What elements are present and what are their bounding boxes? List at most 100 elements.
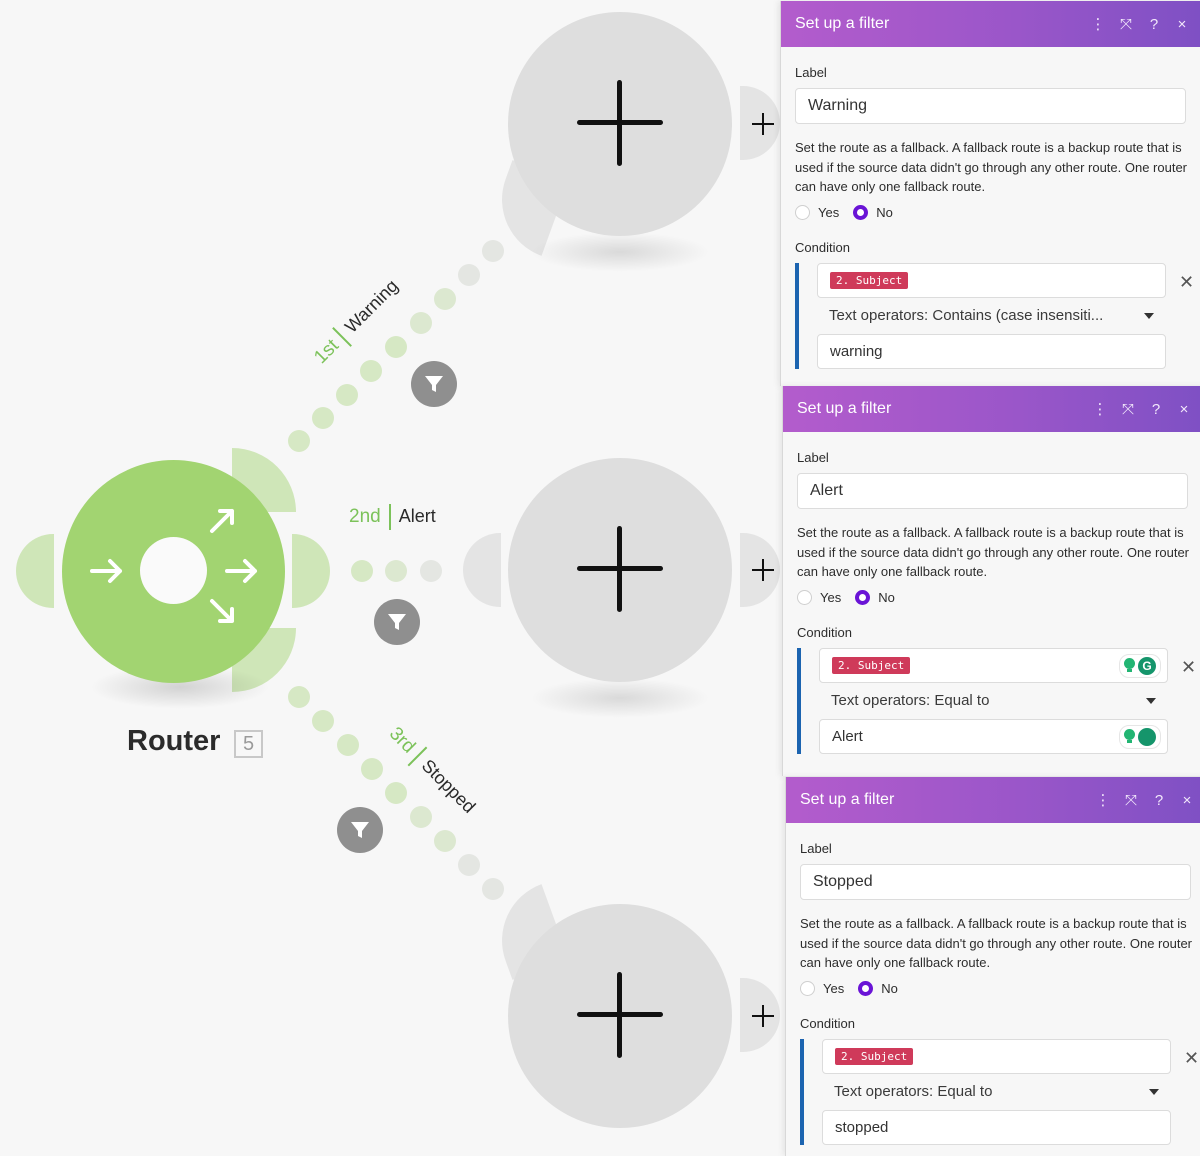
fallback-radio-group: Yes No (795, 204, 1196, 220)
router-title: Router (127, 725, 221, 757)
fallback-radio-group: Yes No (800, 980, 1200, 996)
fallback-yes-radio[interactable] (795, 204, 810, 220)
condition-caption: Condition (795, 239, 850, 255)
router-output-connector[interactable] (292, 534, 330, 608)
expand-icon[interactable]: ⤧ (1114, 401, 1142, 418)
route-3-connector-dot (434, 830, 456, 852)
subject-field-tag[interactable]: 2. Subject (835, 1047, 914, 1065)
route-3-label[interactable]: 3rdStopped (383, 722, 481, 820)
expand-icon[interactable]: ⤧ (1112, 16, 1140, 33)
route-3-connector-dot (410, 806, 432, 828)
condition-group: 2. Subject ✕ Text operators: Contains (c… (795, 262, 1196, 369)
remove-condition-icon[interactable]: ✕ (1179, 272, 1194, 293)
remove-condition-icon[interactable]: ✕ (1184, 1048, 1199, 1069)
operator-dropdown[interactable]: Text operators: Contains (case insensiti… (817, 298, 1166, 334)
condition-caption: Condition (797, 624, 852, 640)
route-2-label[interactable]: 2nd Alert (349, 504, 436, 530)
fallback-yes-label: Yes (820, 589, 842, 605)
route-3-connector-dot (458, 854, 480, 876)
remove-condition-icon[interactable]: ✕ (1181, 657, 1196, 678)
router-input-connector[interactable] (16, 534, 54, 608)
browser-extension-icons (1119, 724, 1161, 749)
grammarly-icon[interactable] (1138, 727, 1156, 746)
label-input[interactable]: Alert (797, 473, 1188, 509)
fallback-no-radio[interactable] (853, 204, 869, 220)
filter-panel-2: Set up a filter ⋮ ⤧ ? × Label Alert Set … (782, 386, 1200, 776)
close-icon[interactable]: × (1170, 401, 1198, 418)
panel-header: Set up a filter ⋮ ⤧ ? × (783, 386, 1200, 432)
label-input[interactable]: Stopped (800, 864, 1191, 900)
fallback-yes-label: Yes (823, 980, 845, 996)
subject-field-tag[interactable]: 2. Subject (832, 656, 911, 674)
label-input[interactable]: Warning (795, 88, 1186, 124)
router-module[interactable] (62, 460, 285, 683)
scenario-canvas: Router 5 1stWarning 2ndAlert 3rdStopped (0, 0, 1200, 1156)
add-module-node-1[interactable] (508, 12, 732, 236)
help-icon[interactable]: ? (1145, 792, 1173, 809)
condition-field-input[interactable]: 2. Subject (822, 1038, 1171, 1074)
close-icon[interactable]: × (1173, 792, 1200, 809)
route-1-connector-dot (312, 407, 334, 429)
route-1-connector-dot (410, 312, 432, 334)
lightbulb-icon[interactable] (1124, 658, 1135, 673)
panel-title: Set up a filter (795, 15, 890, 32)
expand-icon[interactable]: ⤧ (1117, 792, 1145, 809)
condition-value-input[interactable]: Alert (819, 718, 1168, 754)
operator-dropdown[interactable]: Text operators: Equal to (819, 683, 1168, 719)
fallback-help-text: Set the route as a fallback. A fallback … (797, 525, 1190, 579)
route-1-connector-dot (385, 336, 407, 358)
fallback-yes-label: Yes (818, 204, 840, 220)
fallback-no-radio[interactable] (855, 589, 871, 605)
fallback-no-radio[interactable] (858, 980, 874, 996)
route-2-name: Alert (398, 506, 436, 527)
route-1-filter-button[interactable] (411, 361, 457, 407)
help-icon[interactable]: ? (1140, 16, 1168, 33)
router-module-id: 5 (234, 730, 263, 758)
grammarly-icon[interactable]: G (1138, 656, 1156, 675)
fallback-help-text: Set the route as a fallback. A fallback … (800, 916, 1193, 970)
lightbulb-icon[interactable] (1124, 729, 1135, 744)
route-2-connector-dot (420, 560, 442, 582)
node-shadow (530, 232, 710, 272)
add-module-node-3[interactable] (508, 904, 732, 1128)
route-label-divider (388, 504, 391, 530)
more-vertical-icon[interactable]: ⋮ (1089, 791, 1117, 809)
route-3-connector-dot (385, 782, 407, 804)
route-2-order: 2nd (349, 506, 381, 528)
label-caption: Label (797, 450, 829, 465)
condition-value-input[interactable]: warning (817, 333, 1166, 369)
add-module-node-2[interactable] (508, 458, 732, 682)
fallback-radio-group: Yes No (797, 589, 1198, 605)
route-3-order: 3rd (384, 723, 420, 758)
router-arrows-icon (90, 509, 257, 623)
label-caption: Label (800, 841, 832, 856)
operator-value: Text operators: Contains (case insensiti… (829, 307, 1104, 324)
fallback-no-label: No (878, 589, 895, 605)
operator-value: Text operators: Equal to (834, 1083, 993, 1100)
browser-extension-icons: G (1119, 653, 1161, 678)
fallback-yes-radio[interactable] (797, 589, 812, 605)
more-vertical-icon[interactable]: ⋮ (1086, 400, 1114, 418)
fallback-yes-radio[interactable] (800, 980, 815, 996)
more-vertical-icon[interactable]: ⋮ (1084, 15, 1112, 33)
label-caption: Label (795, 65, 827, 80)
help-icon[interactable]: ? (1142, 401, 1170, 418)
route-3-filter-button[interactable] (337, 807, 383, 853)
panel-title: Set up a filter (797, 400, 892, 417)
route-3-connector-dot (482, 878, 504, 900)
operator-dropdown[interactable]: Text operators: Equal to (822, 1074, 1171, 1110)
panel-title: Set up a filter (800, 791, 895, 808)
add-next-module-2-icon[interactable] (752, 559, 774, 581)
route-2-filter-button[interactable] (374, 599, 420, 645)
route-2-connector-dot (385, 560, 407, 582)
condition-value-text: Alert (832, 727, 863, 745)
add-next-module-3-icon[interactable] (752, 1005, 774, 1027)
condition-value-input[interactable]: stopped (822, 1109, 1171, 1145)
subject-field-tag[interactable]: 2. Subject (830, 271, 909, 289)
condition-caption: Condition (800, 1015, 855, 1031)
close-icon[interactable]: × (1168, 16, 1196, 33)
funnel-icon (388, 614, 406, 630)
condition-field-input[interactable]: 2. Subject (817, 262, 1166, 298)
add-next-module-1-icon[interactable] (752, 113, 774, 135)
condition-field-input[interactable]: 2. Subject G (819, 647, 1168, 683)
